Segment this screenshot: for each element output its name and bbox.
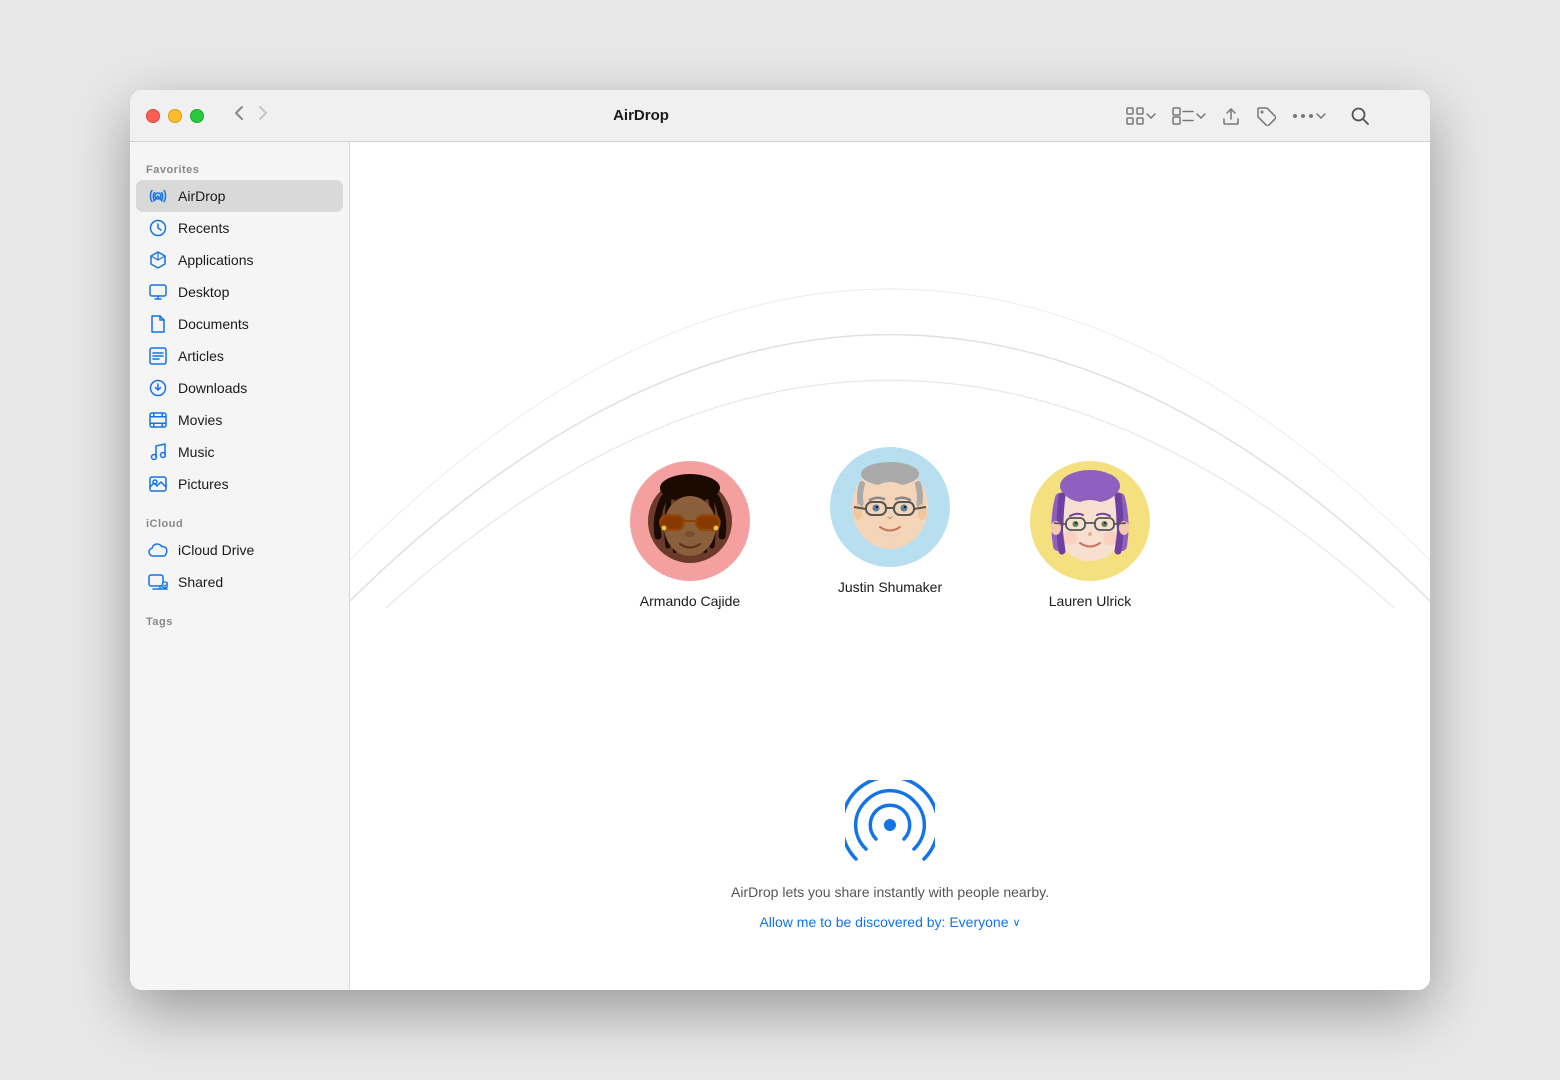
sidebar-item-recents[interactable]: Recents <box>136 212 343 244</box>
discover-link[interactable]: Allow me to be discovered by: Everyone ∨ <box>759 914 1020 930</box>
sidebar-item-applications[interactable]: Applications <box>136 244 343 276</box>
icloud-label: iCloud <box>130 512 349 534</box>
articles-icon <box>148 346 168 366</box>
finder-window: AirDrop <box>130 90 1430 990</box>
back-button[interactable] <box>228 101 250 130</box>
bottom-section: AirDrop lets you share instantly with pe… <box>731 780 1049 930</box>
sidebar-item-desktop[interactable]: Desktop <box>136 276 343 308</box>
person-lauren-name: Lauren Ulrick <box>1049 593 1131 609</box>
sidebar-item-documents[interactable]: Documents <box>136 308 343 340</box>
discover-text: Allow me to be discovered by: Everyone <box>759 914 1008 930</box>
people-row: Armando Cajide <box>630 447 1150 609</box>
main-content: Armando Cajide <box>350 142 1430 990</box>
shared-icon <box>148 572 168 592</box>
articles-label: Articles <box>178 348 224 364</box>
sidebar-item-downloads[interactable]: Downloads <box>136 372 343 404</box>
airdrop-radar-icon <box>845 780 935 870</box>
pictures-label: Pictures <box>178 476 229 492</box>
avatar-armando <box>630 461 750 581</box>
downloads-label: Downloads <box>178 380 247 396</box>
applications-label: Applications <box>178 252 254 268</box>
shared-label: Shared <box>178 574 223 590</box>
avatar-justin <box>830 447 950 567</box>
documents-icon <box>148 314 168 334</box>
movies-icon <box>148 410 168 430</box>
sidebar-item-movies[interactable]: Movies <box>136 404 343 436</box>
sidebar-item-icloud-drive[interactable]: iCloud Drive <box>136 534 343 566</box>
downloads-icon <box>148 378 168 398</box>
person-armando-name: Armando Cajide <box>640 593 740 609</box>
minimize-button[interactable] <box>168 109 182 123</box>
sidebar-item-music[interactable]: Music <box>136 436 343 468</box>
view-grid-button[interactable] <box>1120 103 1162 129</box>
favorites-label: Favorites <box>130 158 349 180</box>
forward-button[interactable] <box>252 101 274 130</box>
sidebar-item-pictures[interactable]: Pictures <box>136 468 343 500</box>
sidebar: Favorites AirDrop <box>130 142 350 990</box>
recents-label: Recents <box>178 220 229 236</box>
music-icon <box>148 442 168 462</box>
search-button[interactable] <box>1344 102 1376 130</box>
sidebar-item-airdrop[interactable]: AirDrop <box>136 180 343 212</box>
maximize-button[interactable] <box>190 109 204 123</box>
tags-label: Tags <box>130 610 349 632</box>
content-area: Favorites AirDrop <box>130 142 1430 990</box>
person-justin-name: Justin Shumaker <box>838 579 942 595</box>
sidebar-item-shared[interactable]: Shared <box>136 566 343 598</box>
icloud-drive-label: iCloud Drive <box>178 542 254 558</box>
close-button[interactable] <box>146 109 160 123</box>
nav-buttons <box>220 101 282 130</box>
discover-chevron: ∨ <box>1012 916 1020 929</box>
desktop-label: Desktop <box>178 284 229 300</box>
airdrop-label: AirDrop <box>178 188 225 204</box>
documents-label: Documents <box>178 316 249 332</box>
pictures-icon <box>148 474 168 494</box>
desktop-icon <box>148 282 168 302</box>
avatar-lauren <box>1030 461 1150 581</box>
traffic-lights <box>130 109 220 123</box>
airdrop-icon <box>148 186 168 206</box>
window-title: AirDrop <box>282 107 1000 124</box>
share-button[interactable] <box>1216 102 1246 130</box>
view-options-button[interactable] <box>1166 103 1212 129</box>
person-lauren[interactable]: Lauren Ulrick <box>1030 461 1150 609</box>
tag-button[interactable] <box>1250 102 1282 130</box>
movies-label: Movies <box>178 412 222 428</box>
description-text: AirDrop lets you share instantly with pe… <box>731 884 1049 900</box>
more-button[interactable] <box>1286 109 1332 123</box>
titlebar: AirDrop <box>130 90 1430 142</box>
sidebar-item-articles[interactable]: Articles <box>136 340 343 372</box>
person-justin[interactable]: Justin Shumaker <box>830 447 950 595</box>
recents-icon <box>148 218 168 238</box>
music-label: Music <box>178 444 215 460</box>
applications-icon <box>148 250 168 270</box>
icloud-icon <box>148 540 168 560</box>
person-armando[interactable]: Armando Cajide <box>630 461 750 609</box>
